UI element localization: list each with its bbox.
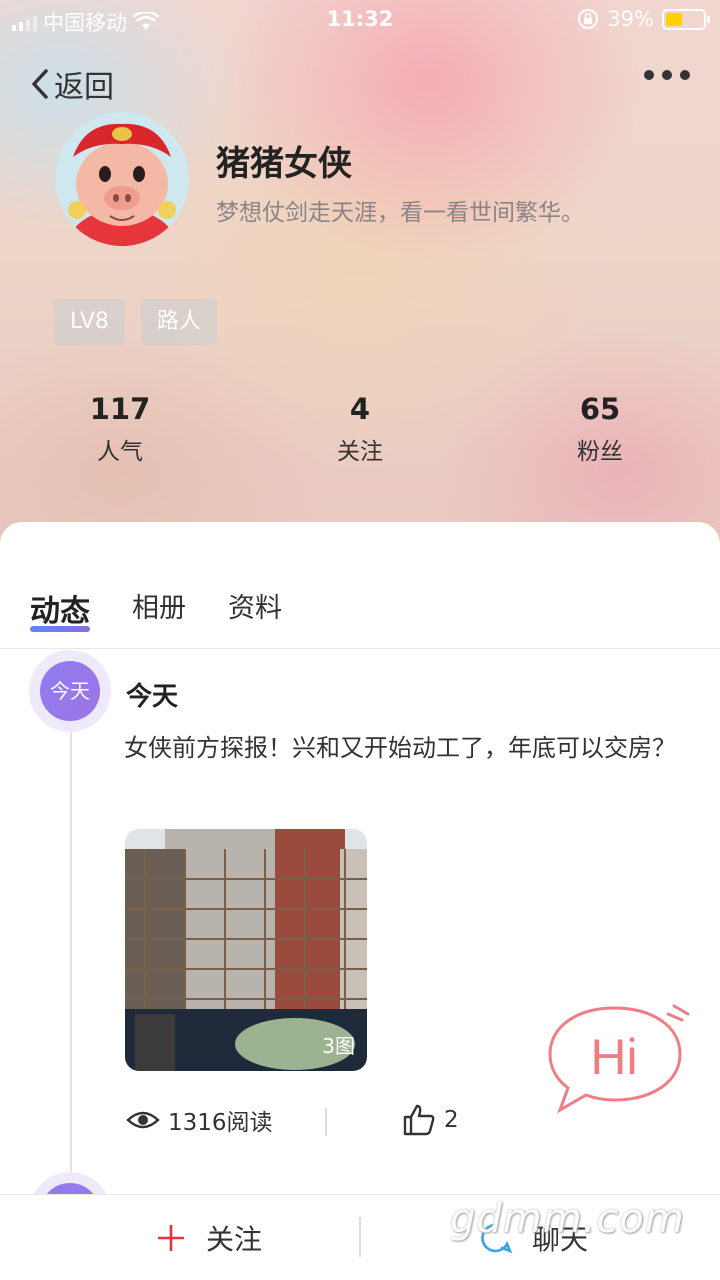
post-date: 今天 [126, 682, 179, 712]
like-count: 2 [444, 1107, 459, 1133]
stat-following[interactable]: 4 关注 [280, 392, 440, 466]
read-count-label: 1316阅读 [168, 1110, 273, 1136]
battery-icon [662, 8, 710, 30]
bottom-bar-divider [359, 1217, 361, 1257]
tab-divider [0, 648, 720, 649]
follow-button[interactable]: 关注 [156, 1195, 262, 1280]
stat-label: 粉丝 [577, 439, 623, 465]
follow-label: 关注 [206, 1223, 263, 1256]
hi-greeting-button[interactable]: Hi [548, 1004, 694, 1114]
stat-value: 117 [89, 392, 151, 426]
back-button[interactable]: 返回 [30, 62, 114, 106]
rotation-lock-icon [578, 9, 599, 29]
post-image[interactable]: 3图 [125, 829, 367, 1071]
stat-value: 4 [349, 392, 371, 426]
thumbs-up-icon [403, 1104, 435, 1136]
title-tag: 路人 [140, 299, 217, 345]
more-options-icon[interactable] [644, 70, 690, 80]
plus-icon [158, 1225, 184, 1251]
hi-text: Hi [590, 1029, 637, 1085]
stat-label: 人气 [97, 439, 143, 465]
avatar[interactable] [55, 112, 189, 246]
level-tag: LV8 [54, 299, 125, 345]
status-right: 39% [577, 7, 710, 31]
eye-icon [126, 1111, 160, 1129]
status-bar: 中国移动 11:32 39% [0, 0, 720, 40]
stat-popularity[interactable]: 117 人气 [40, 392, 200, 466]
image-count-badge: 3图 [322, 1034, 355, 1058]
stat-value: 65 [579, 392, 621, 426]
tab-profile-info[interactable]: 资料 [228, 586, 282, 630]
site-watermark: gdmm.com [450, 1196, 685, 1242]
user-bio: 梦想仗剑走天涯，看一看世间繁华。 [216, 200, 584, 226]
battery-percent: 39% [607, 7, 654, 31]
read-count: 1316阅读 [126, 1103, 273, 1137]
stat-label: 关注 [337, 439, 383, 465]
user-name: 猪猪女侠 [216, 144, 352, 184]
chevron-left-icon [32, 69, 48, 99]
tab-bar: 动态 相册 资料 [30, 586, 282, 632]
post-text[interactable]: 女侠前方探报！兴和又开始动工了，年底可以交房？ [124, 725, 694, 771]
back-label: 返回 [54, 70, 114, 105]
stat-fans[interactable]: 65 粉丝 [520, 392, 680, 466]
user-tags: LV8 路人 [54, 299, 217, 345]
meta-divider [325, 1108, 327, 1136]
like-button[interactable]: 2 [402, 1103, 459, 1137]
tab-feed[interactable]: 动态 [30, 586, 90, 632]
timeline-date-badge: 今天 [29, 650, 111, 732]
date-badge-label: 今天 [40, 661, 100, 721]
tab-album[interactable]: 相册 [132, 586, 186, 630]
timeline-line [70, 700, 72, 1200]
